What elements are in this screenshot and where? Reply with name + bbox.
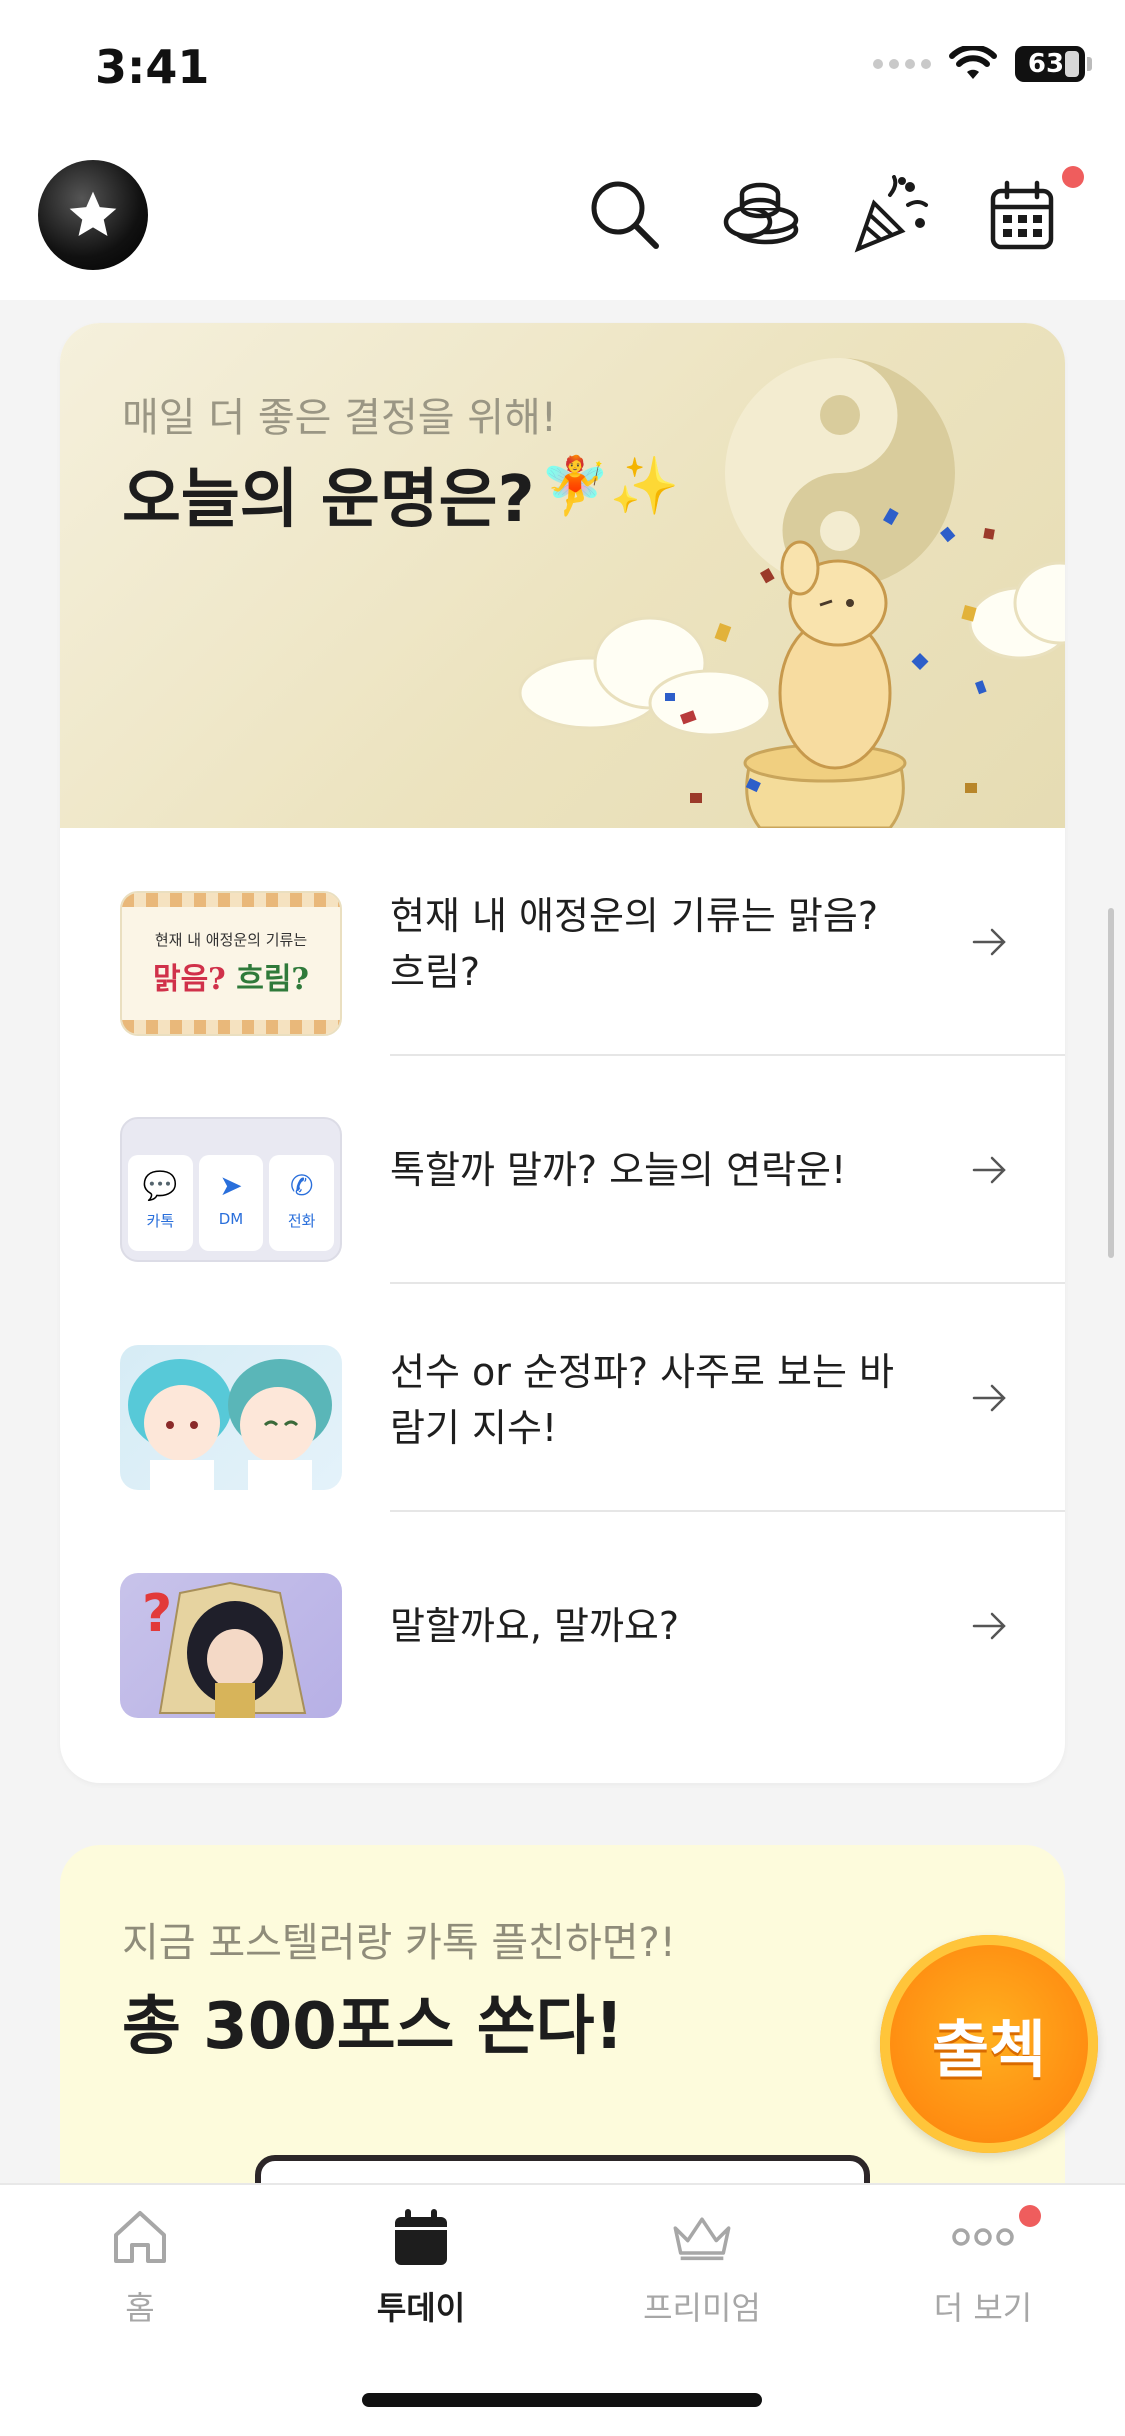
home-icon [108, 2205, 172, 2269]
star-logo[interactable] [38, 160, 148, 270]
flirt-index-thumbnail [120, 1345, 342, 1490]
tab-today[interactable]: 투데이 [321, 2205, 521, 2329]
calendar-icon[interactable] [982, 175, 1062, 255]
top-header: 3:41 63 [0, 0, 1125, 300]
fortune-item-flirt-index[interactable]: 선수 or 순정파? 사주로 보는 바람기 지수! [60, 1284, 1065, 1512]
crown-icon [670, 2205, 734, 2269]
promo-title: 총 300포스 쏜다! [122, 1990, 624, 2064]
home-indicator[interactable] [362, 2393, 762, 2407]
tab-home[interactable]: 홈 [40, 2205, 240, 2329]
chat-icon: 💬 [142, 1169, 178, 1202]
coins-icon[interactable] [720, 175, 800, 255]
tab-premium[interactable]: 프리미엄 [602, 2205, 802, 2329]
fortune-item-love-flow[interactable]: 현재 내 애정운의 기류는 맑음? 흐림? 현재 내 애정운의 기류는 맑음? … [60, 828, 1065, 1056]
fortune-item-label: 선수 or 순정파? 사주로 보는 바람기 지수! [390, 1350, 894, 1450]
attendance-check-button[interactable]: 출첵 [880, 1935, 1098, 2153]
arrow-right-icon [972, 1156, 1006, 1184]
star-icon [69, 191, 117, 236]
fortune-item-contact[interactable]: 💬 카톡 ➤ DM ✆ 전화 톡할까 말까? 오늘의 연락운! [60, 1056, 1065, 1284]
fortune-item-label: 말할까요, 말까요? [390, 1604, 680, 1648]
arrow-right-icon [972, 1384, 1006, 1412]
wifi-icon [949, 46, 997, 79]
contact-thumbnail: 💬 카톡 ➤ DM ✆ 전화 [120, 1117, 342, 1262]
fortune-card: 매일 더 좋은 결정을 위해! 오늘의 운명은? 🧚✨ 현재 내 애정운의 기류… [60, 323, 1065, 1783]
speak-or-not-thumbnail: ? [120, 1573, 342, 1718]
arrow-right-icon [972, 1612, 1006, 1640]
status-time: 3:41 [95, 40, 210, 94]
fortune-item-label: 톡할까 말까? 오늘의 연락운! [390, 1148, 847, 1192]
battery-icon: 63 [1015, 46, 1092, 82]
svg-text:?: ? [142, 1584, 172, 1644]
yin-yang-character-illustration [518, 358, 1065, 828]
tab-more[interactable]: 더 보기 [883, 2205, 1083, 2329]
love-flow-thumbnail: 현재 내 애정운의 기류는 맑음? 흐림? [120, 891, 342, 1036]
arrow-right-icon [972, 928, 1006, 956]
signal-icon [873, 59, 931, 69]
send-icon: ➤ [219, 1169, 243, 1202]
status-icons: 63 [873, 46, 1092, 82]
phone-icon: ✆ [289, 1169, 314, 1202]
fortune-item-label: 현재 내 애정운의 기류는 맑음? 흐림? [390, 894, 879, 994]
fortune-item-speak-or-not[interactable]: ? 말할까요, 말까요? [60, 1512, 1065, 1740]
notification-dot [1062, 166, 1084, 188]
fortune-hero-banner[interactable]: 매일 더 좋은 결정을 위해! 오늘의 운명은? 🧚✨ [60, 323, 1065, 828]
more-icon [951, 2205, 1015, 2269]
party-popper-icon[interactable] [850, 175, 930, 255]
search-icon[interactable] [585, 175, 665, 255]
scrollbar[interactable] [1108, 908, 1114, 1258]
notification-dot [1019, 2205, 1041, 2227]
calendar-icon [389, 2205, 453, 2269]
promo-subtitle: 지금 포스텔러랑 카톡 플친하면?! [122, 1920, 676, 1966]
